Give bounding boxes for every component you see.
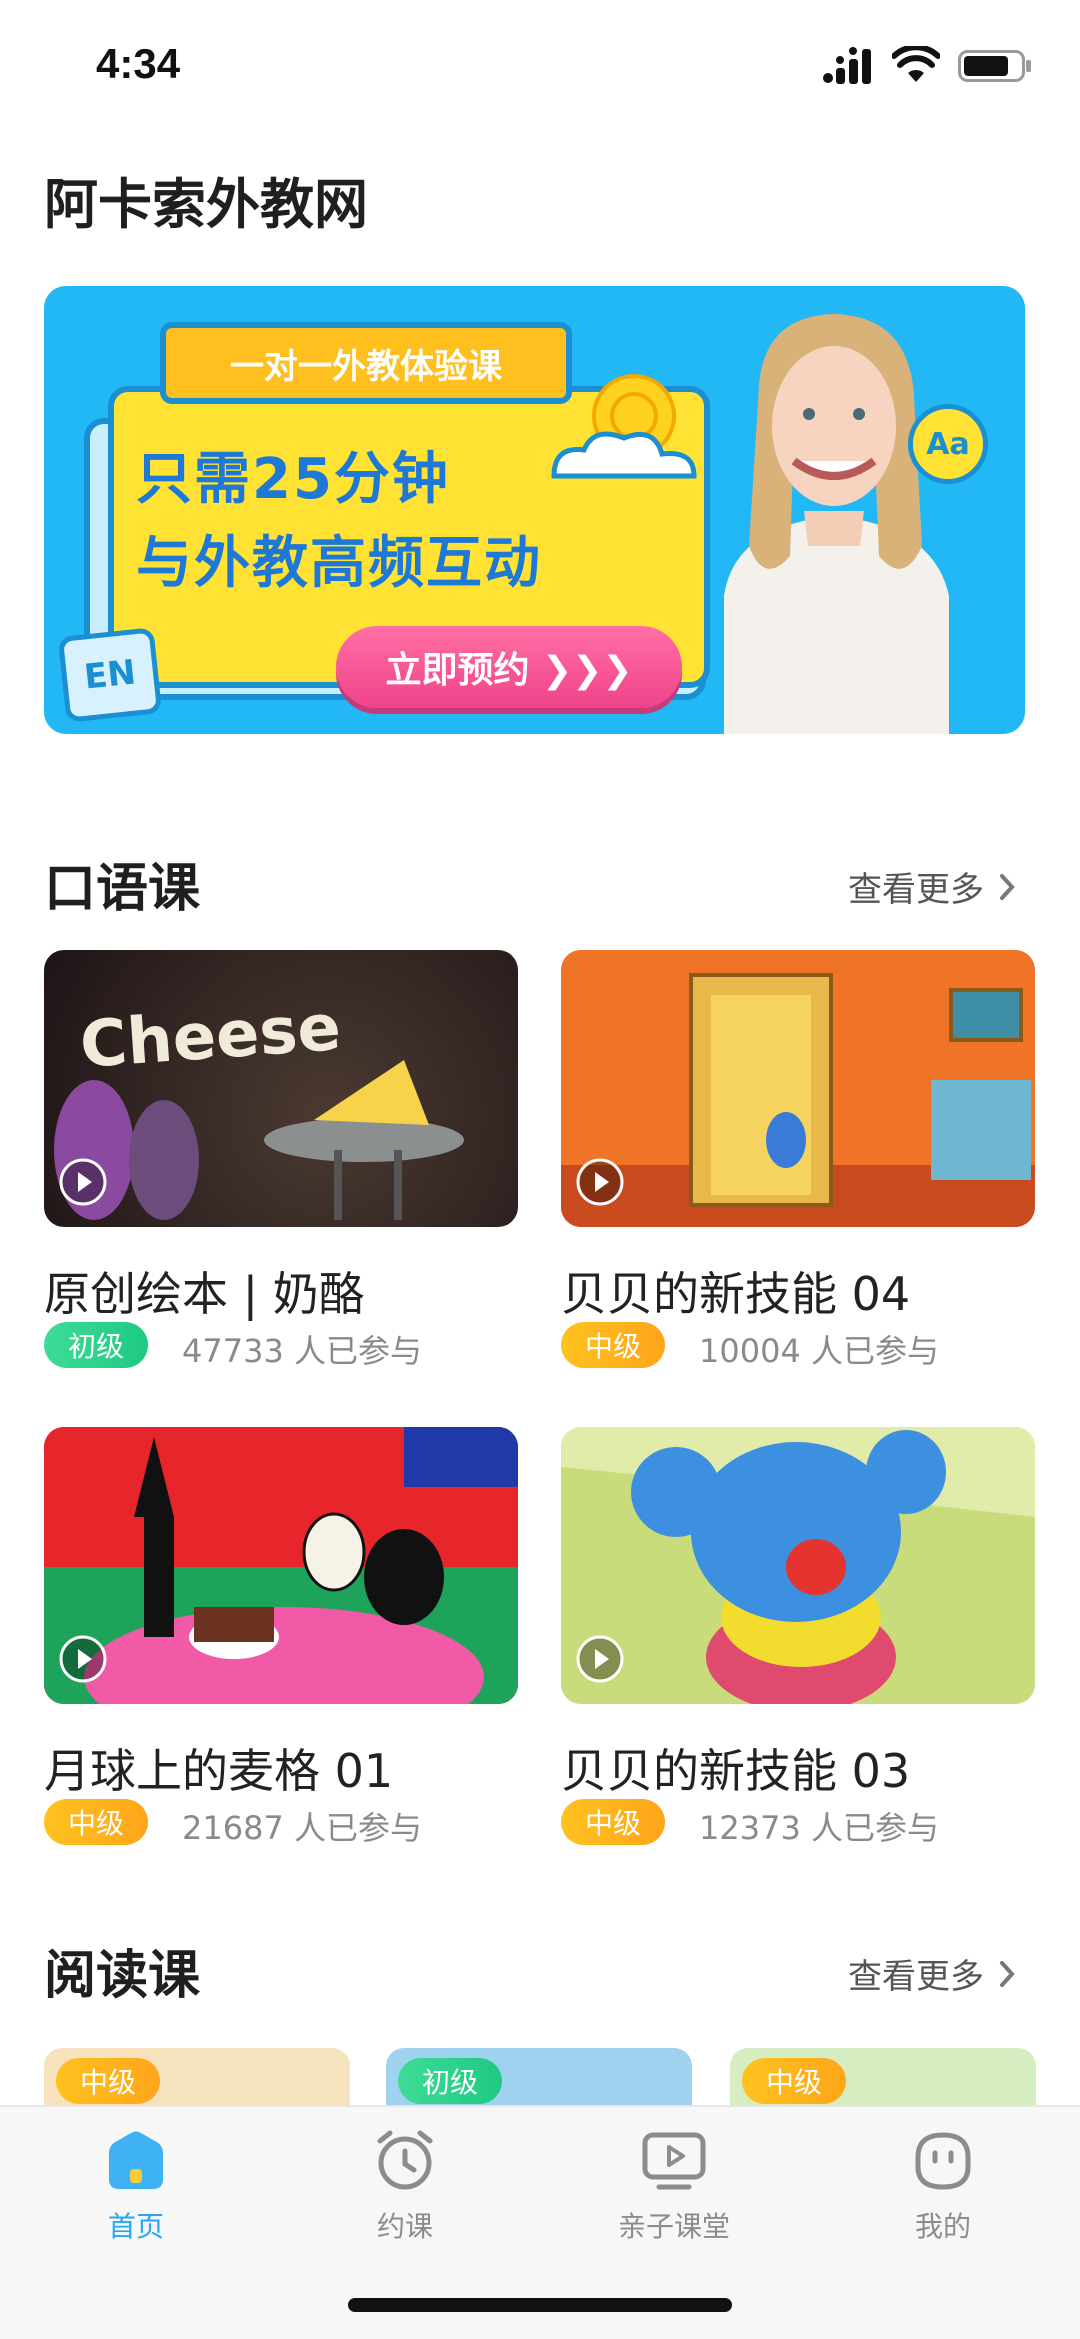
course-thumbnail[interactable] bbox=[561, 1427, 1035, 1704]
en-badge: EN bbox=[57, 627, 163, 723]
level-badge: 中级 bbox=[561, 1322, 665, 1368]
see-more-label: 查看更多 bbox=[848, 1957, 984, 1997]
reading-section-title: 阅读课 bbox=[44, 1946, 201, 2006]
page-title: 阿卡索外教网 bbox=[44, 173, 368, 236]
participant-count: 10004 人已参与 bbox=[699, 1332, 939, 1370]
play-icon[interactable] bbox=[58, 1157, 108, 1207]
battery-icon bbox=[958, 50, 1031, 82]
birthday-cake-illustration bbox=[44, 1427, 518, 1704]
status-bar: 4:34 bbox=[0, 0, 1080, 130]
cheese-illustration bbox=[54, 1060, 464, 1220]
tab-home[interactable]: 首页 bbox=[46, 2127, 226, 2247]
home-indicator[interactable] bbox=[348, 2298, 732, 2312]
play-icon[interactable] bbox=[575, 1157, 625, 1207]
blue-bear-illustration bbox=[561, 1427, 1035, 1704]
alarm-clock-icon bbox=[377, 2130, 433, 2190]
level-badge: 中级 bbox=[561, 1799, 665, 1845]
level-badge: 中级 bbox=[742, 2058, 846, 2104]
course-thumbnail[interactable] bbox=[44, 1427, 518, 1704]
banner-tab-label: 一对一外教体验课 bbox=[160, 322, 572, 404]
participant-count: 47733 人已参与 bbox=[182, 1332, 422, 1370]
home-icon bbox=[109, 2131, 163, 2189]
cellular-signal-icon bbox=[823, 47, 871, 84]
chevron-right-icon bbox=[1000, 873, 1015, 900]
tab-label: 约课 bbox=[376, 2210, 433, 2243]
promo-banner[interactable]: 一对一外教体验课 只需25分钟 与外教高频互动 Aa EN 立即预约 ❯❯❯ bbox=[44, 286, 1025, 734]
banner-headline: 只需25分钟 bbox=[136, 447, 450, 512]
speaking-see-more-link[interactable]: 查看更多 bbox=[848, 862, 1020, 911]
aa-badge: Aa bbox=[908, 404, 988, 484]
tab-booking[interactable]: 约课 bbox=[315, 2127, 495, 2247]
course-card[interactable]: Cheese 原创绘本 | 奶酪 初级 47733 人已参与 bbox=[44, 950, 518, 1390]
play-icon[interactable] bbox=[58, 1634, 108, 1684]
course-title: 月球上的麦格 01 bbox=[44, 1744, 394, 1798]
course-card[interactable]: 贝贝的新技能 03 中级 12373 人已参与 bbox=[561, 1427, 1035, 1867]
level-badge: 初级 bbox=[44, 1322, 148, 1368]
level-badge: 初级 bbox=[398, 2058, 502, 2104]
book-now-button[interactable]: 立即预约 ❯❯❯ bbox=[336, 626, 682, 708]
course-title: 贝贝的新技能 04 bbox=[561, 1267, 911, 1321]
profile-face-icon bbox=[915, 2132, 971, 2190]
participant-count: 21687 人已参与 bbox=[182, 1809, 422, 1847]
see-more-label: 查看更多 bbox=[848, 870, 984, 910]
participant-count: 12373 人已参与 bbox=[699, 1809, 939, 1847]
wifi-icon bbox=[892, 46, 940, 82]
course-card[interactable]: 月球上的麦格 01 中级 21687 人已参与 bbox=[44, 1427, 518, 1867]
room-door-illustration bbox=[561, 950, 1035, 1227]
course-thumbnail[interactable] bbox=[561, 950, 1035, 1227]
video-play-icon bbox=[642, 2132, 706, 2190]
tab-label: 我的 bbox=[914, 2210, 971, 2243]
speaking-section-title: 口语课 bbox=[44, 859, 201, 919]
level-badge: 中级 bbox=[56, 2058, 160, 2104]
banner-subheadline: 与外教高频互动 bbox=[136, 531, 542, 596]
play-icon[interactable] bbox=[575, 1634, 625, 1684]
reading-see-more-link[interactable]: 查看更多 bbox=[848, 1949, 1020, 1998]
tab-label: 亲子课堂 bbox=[617, 2210, 730, 2243]
course-card[interactable]: 贝贝的新技能 04 中级 10004 人已参与 bbox=[561, 950, 1035, 1390]
chevron-right-icon bbox=[1000, 1960, 1015, 1987]
teacher-portrait bbox=[724, 314, 949, 734]
status-time: 4:34 bbox=[96, 40, 181, 87]
course-title: 原创绘本 | 奶酪 bbox=[44, 1267, 365, 1321]
tab-family-class[interactable]: 亲子课堂 bbox=[584, 2127, 764, 2247]
level-badge: 中级 bbox=[44, 1799, 148, 1845]
course-thumbnail[interactable]: Cheese bbox=[44, 950, 518, 1227]
tab-label: 首页 bbox=[107, 2210, 164, 2243]
course-title: 贝贝的新技能 03 bbox=[561, 1744, 911, 1798]
tab-profile[interactable]: 我的 bbox=[853, 2127, 1033, 2247]
